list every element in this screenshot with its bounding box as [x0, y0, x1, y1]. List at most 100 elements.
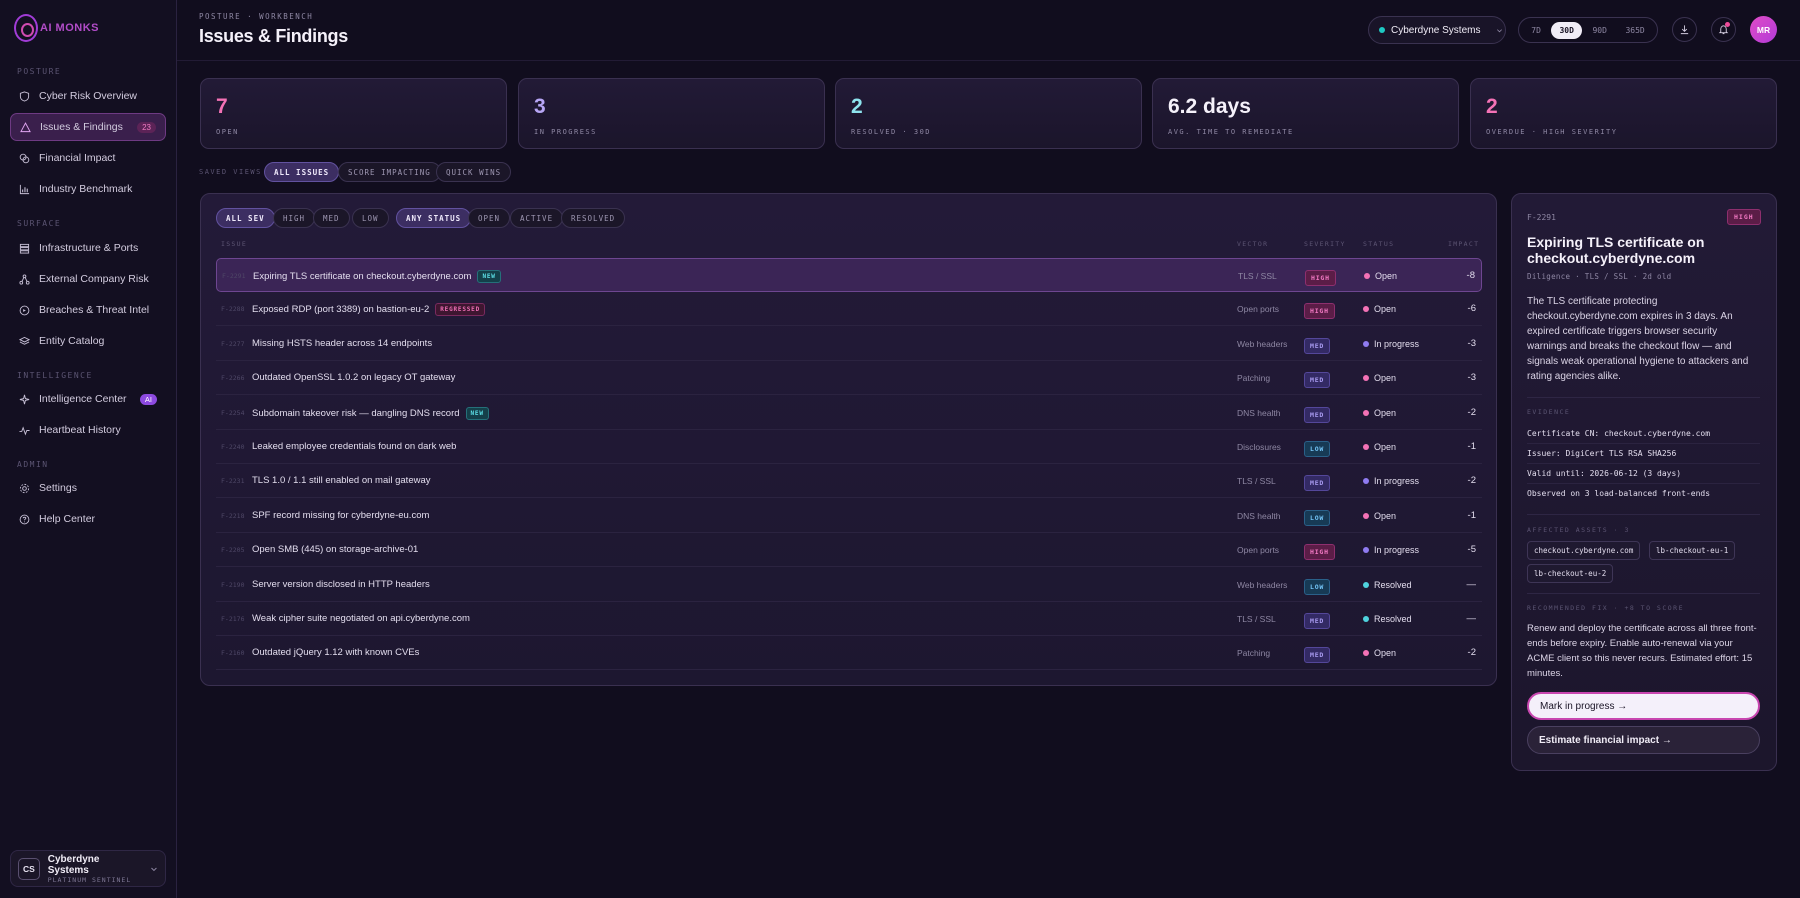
notifications-button[interactable] — [1711, 17, 1736, 42]
table-row[interactable]: F-2218 SPF record missing for cyberdyne-e… — [216, 499, 1482, 533]
issue-title-text: TLS 1.0 / 1.1 still enabled on mail gate… — [252, 475, 431, 487]
status-dot-icon — [1363, 340, 1369, 347]
filter-any-status[interactable]: ANY STATUS — [396, 208, 472, 228]
sidebar-item-label: Intelligence Center — [39, 393, 127, 405]
table-row[interactable]: F-2176 Weak cipher suite negotiated on ap… — [216, 602, 1482, 636]
view-quick-wins[interactable]: QUICK WINS — [436, 162, 512, 182]
status-text: Open — [1374, 442, 1397, 452]
filter-all-sev[interactable]: ALL SEV — [216, 208, 275, 228]
view-score-impacting[interactable]: SCORE IMPACTING — [338, 162, 441, 182]
issue-impact: -2 — [1467, 475, 1476, 487]
issue-status: Resolved — [1363, 580, 1412, 590]
issue-title-text: Leaked employee credentials found on dar… — [252, 441, 457, 452]
sidebar-item-cyber-risk-overview[interactable]: Cyber Risk Overview — [10, 82, 166, 110]
status-dot-icon — [1363, 409, 1369, 416]
range-7d[interactable]: 7D — [1523, 22, 1549, 39]
issue-title-text: SPF record missing for cyberdyne-eu.com — [252, 509, 430, 521]
table-row[interactable]: F-2190 Server version disclosed in HTTP h… — [216, 568, 1482, 602]
org-name: Cyberdyne Systems — [47, 853, 100, 876]
evidence-item: Valid until: 2026-06-12 (3 days) — [1527, 464, 1760, 484]
view-all-issues[interactable]: ALL ISSUES — [264, 162, 340, 182]
layers-icon — [19, 336, 30, 345]
section-label-surface: SURFACE — [17, 219, 62, 228]
sidebar-item-label: Heartbeat History — [39, 424, 121, 436]
org-avatar: CS — [18, 857, 40, 880]
issue-title: Missing HSTS header across 14 endpoints — [252, 338, 432, 349]
org-select-value: Cyberdyne Systems — [1391, 24, 1481, 36]
sidebar-item-financial-impact[interactable]: Financial Impact — [10, 144, 166, 172]
org-tier: PLATINUM SENTINEL — [47, 875, 132, 884]
status-text: Open — [1374, 373, 1397, 384]
sidebar-item-settings[interactable]: Settings — [10, 474, 166, 502]
sidebar-item-heartbeat-history[interactable]: Heartbeat History — [10, 416, 166, 444]
issue-id: F-2160 — [221, 649, 245, 658]
column-header-status[interactable]: STATUS — [1363, 240, 1394, 248]
table-row[interactable]: F-2240 Leaked employee credentials found … — [216, 430, 1482, 464]
evidence-label: EVIDENCE — [1527, 408, 1571, 416]
mark-in-progress-button[interactable]: Mark in progress → — [1527, 692, 1760, 720]
sidebar-item-intelligence-center[interactable]: Intelligence Center AI — [10, 385, 166, 413]
range-365d[interactable]: 365D — [1617, 22, 1652, 39]
table-row[interactable]: F-2277 Missing HSTS header across 14 endp… — [216, 327, 1482, 361]
sidebar-item-breaches-threat-intel[interactable]: Breaches & Threat Intel — [10, 296, 166, 324]
column-header-severity[interactable]: SEVERITY — [1304, 240, 1346, 248]
issue-impact: -3 — [1467, 372, 1476, 384]
issue-title: Outdated OpenSSL 1.0.2 on legacy OT gate… — [252, 372, 455, 383]
issue-title-text: Subdomain takeover risk — dangling DNS r… — [252, 407, 460, 419]
gear-icon — [19, 483, 30, 493]
table-row[interactable]: F-2288 Exposed RDP (port 3389) on bastion… — [216, 292, 1482, 327]
logo[interactable]: AI MONKS — [14, 14, 99, 42]
table-row[interactable]: F-2231 TLS 1.0 / 1.1 still enabled on mai… — [216, 464, 1482, 499]
asset-chip[interactable]: checkout.cyberdyne.com — [1527, 541, 1641, 560]
table-row[interactable]: F-2266 Outdated OpenSSL 1.0.2 on legacy O… — [216, 361, 1482, 396]
sidebar-item-label: Infrastructure & Ports — [39, 242, 139, 254]
notification-dot — [1725, 22, 1730, 27]
filter-active[interactable]: ACTIVE — [510, 208, 564, 228]
filter-resolved[interactable]: RESOLVED — [561, 208, 626, 228]
issue-title-text: Open SMB (445) on storage-archive-01 — [252, 544, 419, 556]
issue-status: In progress — [1363, 339, 1419, 349]
filter-med[interactable]: MED — [313, 208, 350, 228]
user-avatar[interactable]: MR — [1750, 16, 1777, 43]
asset-chip[interactable]: lb-checkout-eu-1 — [1649, 541, 1736, 560]
sidebar-item-help-center[interactable]: Help Center — [10, 505, 166, 533]
breadcrumb: POSTURE · WORKBENCH — [199, 12, 314, 21]
download-button[interactable] — [1672, 17, 1697, 42]
table-row[interactable]: F-2254 Subdomain takeover risk — dangling… — [216, 396, 1482, 430]
chevron-down-icon — [151, 867, 157, 871]
range-30d[interactable]: 30D — [1551, 21, 1582, 39]
issue-id: F-2254 — [221, 408, 245, 417]
sidebar-item-entity-catalog[interactable]: Entity Catalog — [10, 327, 166, 355]
estimate-financial-impact-button[interactable]: Estimate financial impact → — [1527, 726, 1760, 754]
filter-low[interactable]: LOW — [352, 208, 389, 228]
sidebar-item-industry-benchmark[interactable]: Industry Benchmark — [10, 175, 166, 203]
issue-status: In progress — [1363, 476, 1419, 486]
table-row[interactable]: F-2205 Open SMB (445) on storage-archive-… — [216, 533, 1482, 568]
status-dot-icon — [1363, 478, 1369, 485]
org-select[interactable]: Cyberdyne Systems — [1368, 16, 1506, 44]
column-header-vector[interactable]: VECTOR — [1237, 240, 1268, 248]
network-nodes-icon — [19, 273, 30, 285]
org-switcher[interactable]: CS Cyberdyne Systems PLATINUM SENTINEL — [10, 850, 166, 887]
sidebar-item-infrastructure-ports[interactable]: Infrastructure & Ports — [10, 234, 166, 262]
asset-chip[interactable]: lb-checkout-eu-2 — [1527, 564, 1614, 583]
filter-high[interactable]: HIGH — [273, 208, 316, 228]
range-90d[interactable]: 90D — [1584, 22, 1614, 39]
server-stack-icon — [19, 243, 30, 254]
column-header-impact[interactable]: IMPACT — [1448, 240, 1479, 248]
table-row[interactable]: F-2160 Outdated jQuery 1.12 with known CV… — [216, 636, 1482, 671]
filter-open[interactable]: OPEN — [468, 208, 511, 228]
issue-vector: Web headers — [1237, 338, 1288, 349]
column-header-issue[interactable]: ISSUE — [221, 240, 247, 248]
status-dot-icon — [1363, 547, 1369, 554]
sidebar-item-label: Cyber Risk Overview — [39, 90, 138, 102]
shield-icon — [19, 90, 30, 102]
status-text: Resolved — [1374, 614, 1412, 624]
table-row[interactable]: F-2291 Expiring TLS certificate on checko… — [216, 258, 1482, 292]
sidebar-item-issues-findings[interactable]: Issues & Findings 23 — [10, 113, 166, 141]
ai-badge: AI — [139, 393, 157, 405]
issue-title-text: Server version disclosed in HTTP headers — [252, 578, 430, 590]
status-text: In progress — [1374, 338, 1420, 349]
sidebar-item-external-company-risk[interactable]: External Company Risk — [10, 265, 166, 293]
recommended-fix-text: Renew and deploy the certificate across … — [1527, 623, 1757, 679]
